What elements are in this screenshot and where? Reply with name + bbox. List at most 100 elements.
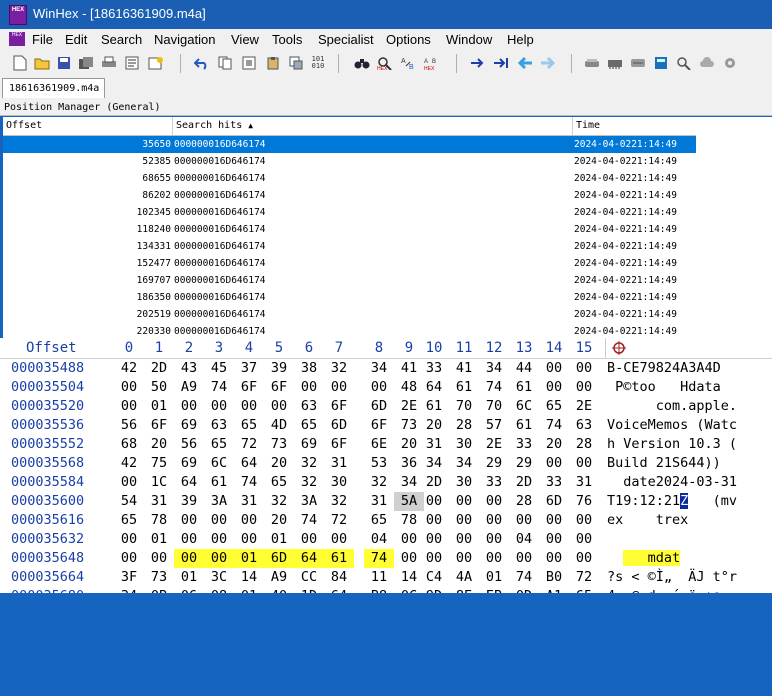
- hex-byte[interactable]: 50: [144, 378, 174, 397]
- hex-byte[interactable]: 00: [204, 397, 234, 416]
- hex-byte[interactable]: 06: [174, 587, 204, 593]
- hex-byte[interactable]: 1C: [144, 473, 174, 492]
- hex-byte[interactable]: 00: [234, 397, 264, 416]
- row-offset[interactable]: 000035648: [11, 549, 106, 568]
- hex-byte[interactable]: 01: [144, 530, 174, 549]
- hex-byte[interactable]: 00: [324, 530, 354, 549]
- hex-byte[interactable]: 2E: [479, 435, 509, 454]
- hex-byte[interactable]: 40: [264, 587, 294, 593]
- paste-icon[interactable]: [265, 55, 281, 71]
- hex-byte[interactable]: 54: [114, 492, 144, 511]
- hex-byte[interactable]: 84: [324, 568, 354, 587]
- hex-byte[interactable]: 65: [114, 511, 144, 530]
- hex-byte[interactable]: 6D: [324, 416, 354, 435]
- hex-byte[interactable]: A9: [264, 568, 294, 587]
- hex-byte[interactable]: 32: [264, 492, 294, 511]
- copy-block-icon[interactable]: [241, 55, 257, 71]
- hex-byte[interactable]: 00: [114, 473, 144, 492]
- hex-byte[interactable]: 32: [364, 473, 394, 492]
- hex-byte[interactable]: 31: [144, 492, 174, 511]
- column-offset[interactable]: Offset: [3, 117, 173, 135]
- hex-byte[interactable]: 38: [294, 359, 324, 378]
- hex-byte[interactable]: 00: [479, 530, 509, 549]
- hex-byte[interactable]: 00: [569, 454, 599, 473]
- hex-byte[interactable]: 00: [114, 549, 144, 568]
- hex-byte[interactable]: 74: [509, 568, 539, 587]
- row-offset[interactable]: 000035504: [11, 378, 106, 397]
- row-offset[interactable]: 000035680: [11, 587, 106, 593]
- hex-byte[interactable]: 33: [479, 473, 509, 492]
- hex-byte[interactable]: 64: [324, 587, 354, 593]
- hex-byte[interactable]: 65: [204, 435, 234, 454]
- hex-byte[interactable]: 00: [539, 511, 569, 530]
- menu-tools[interactable]: Tools: [272, 32, 302, 47]
- hex-byte[interactable]: 65: [539, 397, 569, 416]
- hex-byte[interactable]: 42: [114, 359, 144, 378]
- hex-byte[interactable]: 57: [479, 416, 509, 435]
- hex-byte[interactable]: 69: [174, 454, 204, 473]
- hex-byte[interactable]: 04: [364, 530, 394, 549]
- hex-byte[interactable]: 73: [264, 435, 294, 454]
- ascii-text[interactable]: Build 21S644)): [607, 454, 772, 473]
- hex-byte[interactable]: 00: [234, 530, 264, 549]
- hex-byte[interactable]: 31: [364, 492, 394, 511]
- hex-byte[interactable]: 00: [569, 378, 599, 397]
- hex-byte[interactable]: 39: [264, 359, 294, 378]
- hex-byte[interactable]: 28: [509, 492, 539, 511]
- hex-byte[interactable]: 74: [204, 378, 234, 397]
- hex-byte[interactable]: 1D: [294, 587, 324, 593]
- hex-byte[interactable]: 29: [509, 454, 539, 473]
- hex-byte[interactable]: 6D: [539, 492, 569, 511]
- hex-byte[interactable]: 6F: [144, 416, 174, 435]
- disk-tools-icon[interactable]: [630, 55, 646, 71]
- menu-search[interactable]: Search: [101, 32, 142, 47]
- hex-byte[interactable]: 6D: [264, 549, 294, 568]
- hex-byte[interactable]: 37: [234, 359, 264, 378]
- hex-byte[interactable]: EB: [479, 587, 509, 593]
- hex-byte[interactable]: 56: [114, 416, 144, 435]
- hex-byte[interactable]: 8E: [449, 587, 479, 593]
- goto-sector-icon[interactable]: [493, 55, 509, 71]
- hex-byte[interactable]: 04: [509, 530, 539, 549]
- menu-edit[interactable]: Edit: [65, 32, 87, 47]
- hex-byte[interactable]: 00: [419, 511, 449, 530]
- hex-byte[interactable]: 41: [449, 359, 479, 378]
- hex-byte[interactable]: 65: [264, 473, 294, 492]
- hex-byte[interactable]: 6F: [364, 416, 394, 435]
- hex-byte[interactable]: 32: [324, 492, 354, 511]
- hex-byte[interactable]: 00: [509, 511, 539, 530]
- hex-byte[interactable]: 00: [539, 530, 569, 549]
- binary-convert-icon[interactable]: 101 010: [310, 55, 326, 71]
- hex-byte[interactable]: 2D: [144, 359, 174, 378]
- hex-byte[interactable]: 00: [479, 549, 509, 568]
- hex-byte[interactable]: 6C: [509, 397, 539, 416]
- new-file-icon[interactable]: [12, 55, 28, 71]
- hex-byte[interactable]: 0D: [509, 587, 539, 593]
- menu-options[interactable]: Options: [386, 32, 431, 47]
- hex-byte[interactable]: 00: [234, 511, 264, 530]
- hex-byte[interactable]: 01: [234, 549, 264, 568]
- hex-byte[interactable]: 00: [479, 492, 509, 511]
- hex-byte[interactable]: 6F: [264, 378, 294, 397]
- row-offset[interactable]: 000035536: [11, 416, 106, 435]
- hex-byte[interactable]: 4A: [449, 568, 479, 587]
- ascii-text[interactable]: h Version 10.3 (: [607, 435, 772, 454]
- ram-icon[interactable]: [607, 55, 623, 71]
- hex-byte[interactable]: 74: [479, 378, 509, 397]
- hex-byte[interactable]: 34: [449, 454, 479, 473]
- hex-byte[interactable]: 33: [539, 473, 569, 492]
- hex-byte[interactable]: 39: [174, 492, 204, 511]
- copy-icon[interactable]: [217, 55, 233, 71]
- hex-byte[interactable]: 00: [569, 511, 599, 530]
- hex-byte[interactable]: CC: [294, 568, 324, 587]
- hex-byte[interactable]: 73: [144, 568, 174, 587]
- replace-text-icon[interactable]: AB: [401, 55, 417, 71]
- calculator-icon[interactable]: [653, 55, 669, 71]
- hex-byte[interactable]: 00: [174, 549, 204, 568]
- hex-byte[interactable]: 32: [294, 473, 324, 492]
- menu-view[interactable]: View: [231, 32, 259, 47]
- hex-byte[interactable]: 00: [449, 530, 479, 549]
- ascii-text[interactable]: P©too Hdata: [607, 378, 772, 397]
- hex-byte[interactable]: 2D: [419, 473, 449, 492]
- hex-byte[interactable]: 61: [449, 378, 479, 397]
